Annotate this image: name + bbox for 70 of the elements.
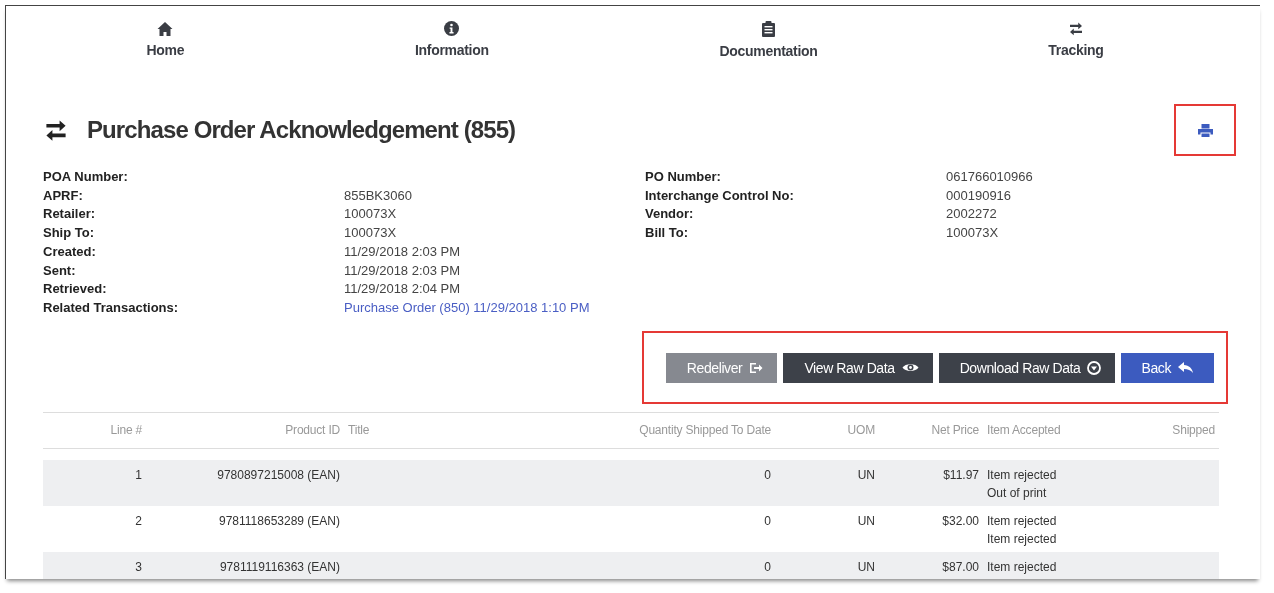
action-button[interactable]: Download Raw Data xyxy=(938,352,1116,383)
field-label: Related Transactions: xyxy=(43,298,180,317)
page-title: Purchase Order Acknowledgement (855) xyxy=(87,116,516,144)
swap-arrows-icon xyxy=(43,118,69,142)
table-cell: $32.00 xyxy=(879,506,983,553)
table-cell: 1 xyxy=(43,460,146,507)
nav-link[interactable]: Tracking xyxy=(1048,21,1104,104)
field-label: PO Number: xyxy=(645,168,722,186)
table-cell: $11.97 xyxy=(879,460,983,507)
table-cell: 0 xyxy=(612,506,775,553)
print-icon xyxy=(1197,123,1213,137)
field-value: 061766010966 xyxy=(946,168,1034,186)
column-header: Product ID xyxy=(146,412,344,449)
field-label: APRF: xyxy=(43,186,84,205)
eye-icon xyxy=(901,362,919,374)
table-cell-text: Item rejected xyxy=(987,467,1058,485)
swap-arrows-icon xyxy=(1067,21,1084,36)
home-icon xyxy=(157,21,174,36)
table-cell-text: Item rejected xyxy=(987,513,1058,531)
table-cell: UN xyxy=(775,506,879,553)
action-button[interactable]: View Raw Data xyxy=(783,352,933,383)
field-value: 855BK3060 xyxy=(344,186,413,205)
field-value: 100073X xyxy=(344,205,398,224)
table-cell: UN xyxy=(775,460,879,507)
table-cell: 0 xyxy=(612,460,775,507)
field-label: Interchange Control No: xyxy=(645,186,795,205)
field-label: Ship To: xyxy=(43,224,96,243)
nav-link[interactable]: Documentation xyxy=(719,21,818,104)
table-cell: UN xyxy=(775,552,879,579)
table-cell: 0 xyxy=(612,552,775,579)
field-label: Retrieved: xyxy=(43,280,108,299)
table-cell: 3 xyxy=(43,552,146,579)
field-label: POA Number: xyxy=(43,168,129,186)
download-circle-icon xyxy=(1087,360,1102,375)
exit-icon xyxy=(749,361,764,374)
column-header: Shipped xyxy=(1131,412,1219,449)
transaction-link[interactable]: Purchase Order (850) 11/29/2018 1:10 PM xyxy=(344,298,645,318)
column-header: UOM xyxy=(775,412,879,449)
action-button[interactable]: Back xyxy=(1121,352,1214,383)
action-button[interactable]: Redeliver xyxy=(665,352,778,383)
table-cell-text: Item rejected xyxy=(987,559,1058,577)
column-header: Title xyxy=(344,412,612,449)
column-header: Item Accepted xyxy=(983,412,1131,449)
column-header: Quantity Shipped To Date xyxy=(612,412,775,449)
field-value: 11/29/2018 2:04 PM xyxy=(344,280,462,299)
table-cell-text: Out of print xyxy=(987,484,1048,502)
nav-link[interactable]: Information xyxy=(414,21,489,104)
field-value: 11/29/2018 2:03 PM xyxy=(344,261,462,280)
field-value: 000190916 xyxy=(946,186,1013,205)
field-value: 2002272 xyxy=(946,205,998,224)
table-cell: 9781118653289 (EAN) xyxy=(146,506,344,553)
table-cell: 9781119116363 (EAN) xyxy=(146,552,344,579)
field-value: 100073X xyxy=(344,224,398,243)
field-label: Sent: xyxy=(43,261,77,280)
column-header: Net Price xyxy=(879,412,983,449)
field-label: Bill To: xyxy=(645,224,690,243)
field-value: 100073X xyxy=(946,224,1000,243)
table-cell: 2 xyxy=(43,506,146,553)
field-label: Retailer: xyxy=(43,205,97,224)
field-value: 11/29/2018 2:03 PM xyxy=(344,242,462,261)
table-cell-text: Item rejected xyxy=(987,530,1058,548)
field-label: Vendor: xyxy=(645,205,695,224)
nav-link[interactable]: Home xyxy=(146,21,185,104)
column-header: Line # xyxy=(43,412,146,449)
table-cell: $87.00 xyxy=(879,552,983,579)
table-cell: 9780897215008 (EAN) xyxy=(146,460,344,507)
reply-arrow-icon xyxy=(1178,362,1193,374)
clipboard-icon xyxy=(762,21,775,37)
info-icon xyxy=(444,21,460,36)
field-label: Created: xyxy=(43,242,97,261)
